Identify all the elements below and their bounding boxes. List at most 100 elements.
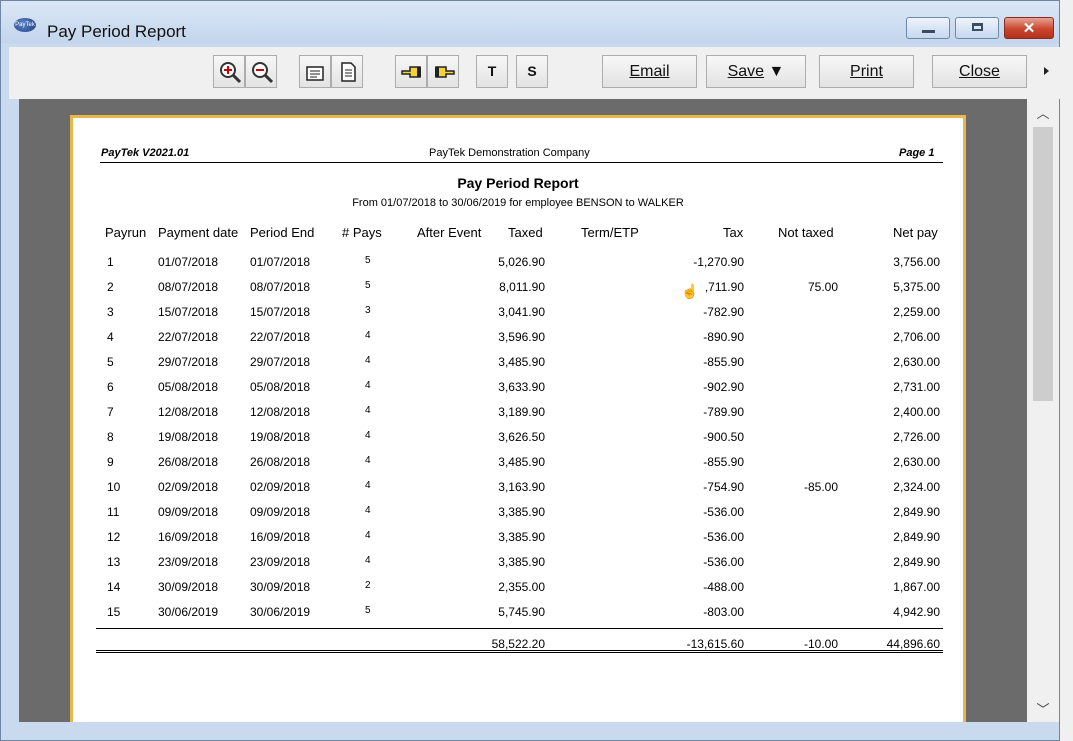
totals-double-rule bbox=[96, 650, 943, 653]
table-cell-payment: 19/08/2018 bbox=[158, 430, 219, 444]
table-cell-net: 1,867.00 bbox=[893, 580, 940, 594]
table-cell-tax: -754.90 bbox=[703, 480, 744, 494]
table-cell-net: 4,942.90 bbox=[893, 605, 940, 619]
table-cell-payment: 12/08/2018 bbox=[158, 405, 219, 419]
table-cell-payment: 09/09/2018 bbox=[158, 505, 219, 519]
page-width-icon bbox=[306, 66, 324, 81]
table-cell-payment: 02/09/2018 bbox=[158, 480, 219, 494]
table-cell-payment: 15/07/2018 bbox=[158, 305, 219, 319]
header-rule bbox=[100, 162, 943, 163]
close-button[interactable]: Close bbox=[932, 55, 1027, 88]
report-subtitle: From 01/07/2018 to 30/06/2019 for employ… bbox=[352, 197, 684, 209]
table-cell-pays: 5 bbox=[365, 255, 371, 266]
vertical-scrollbar[interactable]: ︿ ﹀ bbox=[1027, 99, 1059, 722]
table-cell-net: 2,630.00 bbox=[893, 355, 940, 369]
window-close-button[interactable]: ✕ bbox=[1004, 17, 1054, 39]
save-dropdown-button[interactable]: Save ▼ bbox=[706, 55, 806, 88]
table-cell-payment: 16/09/2018 bbox=[158, 530, 219, 544]
table-cell-payrun: 2 bbox=[107, 280, 114, 294]
table-cell-payment: 30/09/2018 bbox=[158, 580, 219, 594]
pointing-hand-right-icon bbox=[435, 66, 455, 78]
table-cell-period: 26/08/2018 bbox=[250, 455, 311, 469]
table-cell-payment: 23/09/2018 bbox=[158, 555, 219, 569]
table-cell-pays: 4 bbox=[365, 505, 371, 516]
maximize-button[interactable] bbox=[955, 17, 999, 39]
table-cell-tax: -855.90 bbox=[703, 455, 744, 469]
table-cell-payrun: 3 bbox=[107, 305, 114, 319]
scroll-down-icon[interactable]: ﹀ bbox=[1027, 699, 1059, 719]
table-cell-tax: -536.00 bbox=[703, 505, 744, 519]
table-cell-taxed: 5,745.90 bbox=[498, 605, 545, 619]
table-cell-taxed: 3,385.90 bbox=[498, 555, 545, 569]
table-cell-pays: 4 bbox=[365, 455, 371, 466]
table-cell-pays: 4 bbox=[365, 405, 371, 416]
table-cell-net: 2,259.00 bbox=[893, 305, 940, 319]
report-preview[interactable]: PayTek V2021.01 PayTek Demonstration Com… bbox=[19, 99, 1027, 722]
page-number: Page 1 bbox=[899, 147, 935, 159]
title-bar[interactable]: PayTek Pay Period Report ✕ bbox=[1, 1, 1059, 43]
column-header: Payment date bbox=[158, 225, 239, 240]
table-cell-period: 01/07/2018 bbox=[250, 255, 311, 269]
zoom-in-button[interactable] bbox=[213, 55, 245, 88]
toolbar-overflow-icon[interactable] bbox=[1044, 67, 1049, 75]
table-cell-nottaxed: -85.00 bbox=[803, 480, 838, 494]
page-width-button[interactable] bbox=[299, 55, 331, 88]
table-cell-taxed: 3,163.90 bbox=[498, 480, 545, 494]
table-cell-payrun: 8 bbox=[107, 430, 114, 444]
previous-page-button[interactable] bbox=[395, 55, 427, 88]
table-cell-payrun: 10 bbox=[107, 480, 121, 494]
window-title: Pay Period Report bbox=[47, 22, 186, 41]
table-cell-payrun: 4 bbox=[107, 330, 114, 344]
table-cell-period: 02/09/2018 bbox=[250, 480, 311, 494]
hand-cursor-icon: ☝ bbox=[681, 283, 699, 299]
table-cell-period: 16/09/2018 bbox=[250, 530, 311, 544]
email-button[interactable]: Email bbox=[602, 55, 697, 88]
column-header: Period End bbox=[250, 225, 315, 240]
table-cell-pays: 2 bbox=[365, 580, 371, 591]
table-cell-taxed: 3,626.50 bbox=[498, 430, 545, 444]
table-cell-taxed: 3,385.90 bbox=[498, 530, 545, 544]
table-cell-tax: -890.90 bbox=[703, 330, 744, 344]
scroll-up-icon[interactable]: ︿ bbox=[1027, 103, 1059, 123]
summary-button[interactable]: S bbox=[516, 55, 548, 88]
table-cell-taxed: 3,485.90 bbox=[498, 355, 545, 369]
column-header: Payrun bbox=[105, 225, 147, 240]
table-cell-payrun: 15 bbox=[107, 605, 121, 619]
table-cell-taxed: 3,485.90 bbox=[498, 455, 545, 469]
column-header: Tax bbox=[723, 225, 744, 240]
report-title: Pay Period Report bbox=[457, 175, 579, 191]
report-window: PayTek Pay Period Report ✕ T S Email Sav… bbox=[0, 0, 1061, 741]
table-cell-taxed: 5,026.90 bbox=[498, 255, 545, 269]
table-cell-pays: 4 bbox=[365, 380, 371, 391]
table-cell-taxed: 2,355.00 bbox=[498, 580, 545, 594]
whole-page-button[interactable] bbox=[331, 55, 363, 88]
column-header: # Pays bbox=[342, 225, 382, 240]
table-cell-pays: 4 bbox=[365, 480, 371, 491]
text-button[interactable]: T bbox=[476, 55, 508, 88]
email-label: Email bbox=[629, 63, 670, 80]
table-cell-net: 2,849.90 bbox=[893, 505, 940, 519]
table-cell-tax: -488.00 bbox=[703, 580, 744, 594]
table-cell-pays: 4 bbox=[365, 555, 371, 566]
table-cell-taxed: 3,633.90 bbox=[498, 380, 545, 394]
next-page-button[interactable] bbox=[427, 55, 459, 88]
scrollbar-thumb[interactable] bbox=[1033, 127, 1053, 401]
table-cell-taxed: 8,011.90 bbox=[499, 280, 545, 294]
minimize-icon bbox=[922, 30, 935, 33]
zoom-out-button[interactable] bbox=[245, 55, 277, 88]
table-cell-payrun: 13 bbox=[107, 555, 121, 569]
paytek-logo-icon: PayTek bbox=[14, 18, 36, 32]
zoom-out-icon bbox=[252, 62, 274, 84]
close-label: Close bbox=[959, 63, 1000, 80]
print-button[interactable]: Print bbox=[819, 55, 914, 88]
table-cell-pays: 5 bbox=[365, 280, 371, 291]
table-cell-tax: -855.90 bbox=[703, 355, 744, 369]
minimize-button[interactable] bbox=[906, 17, 950, 39]
column-header: After Event bbox=[417, 225, 482, 240]
table-cell-net: 2,726.00 bbox=[893, 430, 940, 444]
table-cell-payment: 05/08/2018 bbox=[158, 380, 219, 394]
table-cell-net: 2,706.00 bbox=[893, 330, 940, 344]
table-cell-period: 12/08/2018 bbox=[250, 405, 311, 419]
table-cell-payment: 30/06/2019 bbox=[158, 605, 219, 619]
close-icon: ✕ bbox=[1022, 20, 1036, 37]
